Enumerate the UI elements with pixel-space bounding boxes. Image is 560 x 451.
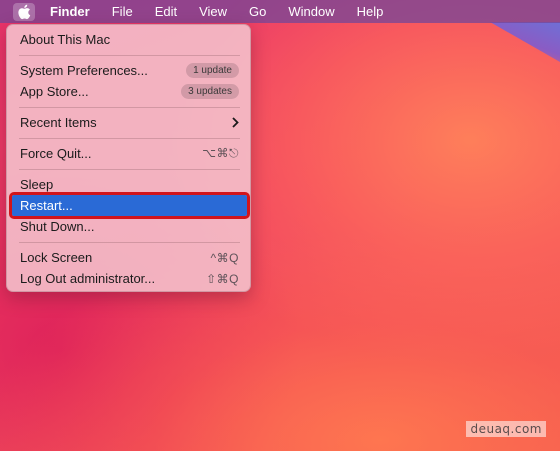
menu-separator [19,138,240,139]
menu-help[interactable]: Help [346,0,395,23]
recent-items-label: Recent Items [20,115,97,130]
watermark-text: deuaq.com [466,421,546,437]
lock-screen-shortcut: ^⌘Q [210,250,239,265]
log-out-shortcut: ⇧⌘Q [206,271,239,286]
menu-separator [19,55,240,56]
sleep-item[interactable]: Sleep [12,174,247,195]
menu-edit[interactable]: Edit [144,0,188,23]
menu-separator [19,169,240,170]
log-out-label: Log Out administrator... [20,271,156,286]
apple-menu-button[interactable] [13,2,35,21]
shut-down-item[interactable]: Shut Down... [12,216,247,237]
restart-label: Restart... [20,198,73,213]
log-out-item[interactable]: Log Out administrator... ⇧⌘Q [12,268,247,289]
app-store-label: App Store... [20,84,89,99]
lock-screen-item[interactable]: Lock Screen ^⌘Q [12,247,247,268]
menu-bar: Finder File Edit View Go Window Help [0,0,560,23]
chevron-right-icon [231,117,239,128]
update-badge: 1 update [186,63,239,78]
menu-go[interactable]: Go [238,0,277,23]
menu-separator [19,242,240,243]
sleep-label: Sleep [20,177,54,192]
apple-logo-icon [18,4,31,19]
force-quit-shortcut: ⌥⌘⎋ [202,146,239,160]
force-quit-label: Force Quit... [20,146,92,161]
shut-down-label: Shut Down... [20,219,95,234]
menu-separator [19,107,240,108]
force-quit-item[interactable]: Force Quit... ⌥⌘⎋ [12,143,247,164]
system-preferences-item[interactable]: System Preferences... 1 update [12,60,247,81]
recent-items-item[interactable]: Recent Items [12,112,247,133]
menu-window[interactable]: Window [277,0,345,23]
system-preferences-label: System Preferences... [20,63,148,78]
menu-view[interactable]: View [188,0,238,23]
lock-screen-label: Lock Screen [20,250,93,265]
app-store-item[interactable]: App Store... 3 updates [12,81,247,102]
menu-finder[interactable]: Finder [42,0,101,23]
about-this-mac-item[interactable]: About This Mac [12,29,247,50]
menu-file[interactable]: File [101,0,144,23]
update-badge: 3 updates [181,84,239,99]
apple-dropdown-menu: About This Mac System Preferences... 1 u… [6,24,251,292]
about-this-mac-label: About This Mac [20,32,111,47]
restart-item[interactable]: Restart... [9,192,250,219]
